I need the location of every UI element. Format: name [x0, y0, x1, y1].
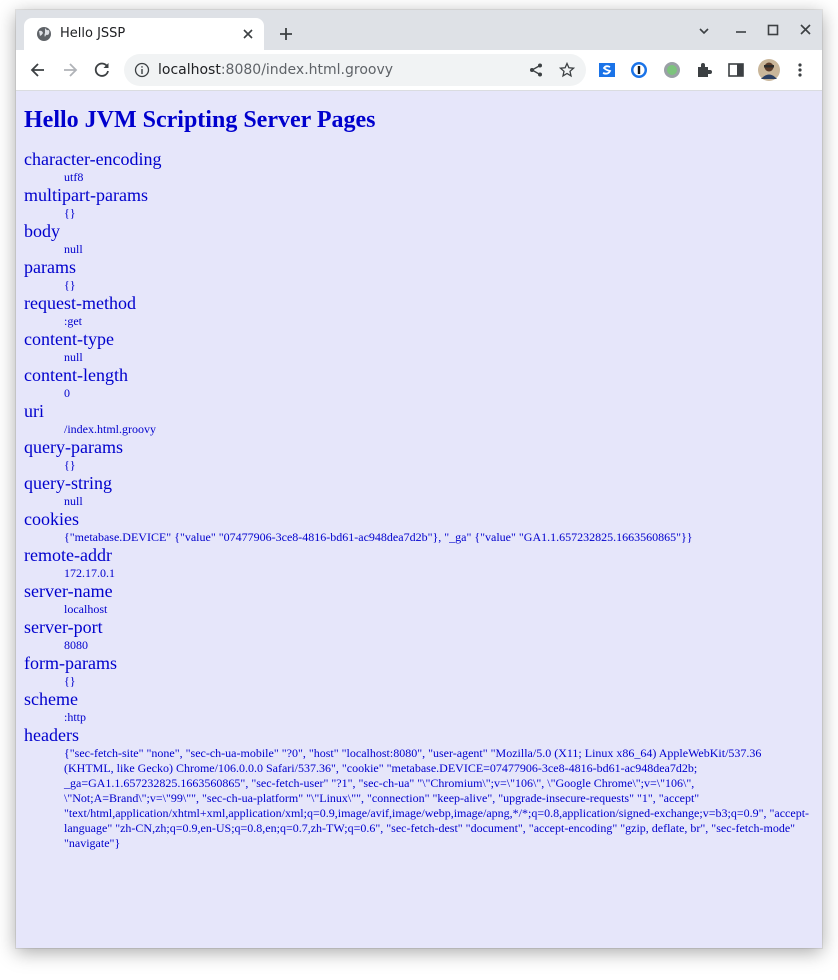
- param-key: form-params: [24, 653, 117, 673]
- param-key: multipart-params: [24, 185, 148, 205]
- page-content: Hello JVM Scripting Server Pages charact…: [16, 91, 822, 948]
- side-panel-icon[interactable]: [727, 61, 745, 79]
- param-value: null: [64, 242, 83, 256]
- param-key: server-port: [24, 617, 103, 637]
- tab-strip: Hello JSSP: [16, 10, 822, 50]
- param-key: query-string: [24, 473, 112, 493]
- param-value: 8080: [64, 638, 88, 652]
- param-key: cookies: [24, 509, 79, 529]
- param-key: server-name: [24, 581, 113, 601]
- param-value: :get: [64, 314, 82, 328]
- globe-icon: [36, 26, 52, 42]
- param-value: {"metabase.DEVICE" {"value" "07477906-3c…: [64, 530, 693, 544]
- param-value: utf8: [64, 170, 84, 184]
- param-key: body: [24, 221, 60, 241]
- browser-toolbar: localhost:8080/index.html.groovy: [16, 50, 822, 91]
- url-host: localhost: [158, 62, 221, 78]
- param-key: uri: [24, 401, 44, 421]
- param-value: /index.html.groovy: [64, 422, 156, 436]
- param-value: 0: [64, 386, 70, 400]
- close-icon[interactable]: [797, 22, 815, 40]
- share-icon[interactable]: [528, 62, 544, 78]
- param-value: {}: [64, 458, 76, 472]
- close-icon[interactable]: [240, 26, 256, 42]
- s-extension-icon[interactable]: [598, 61, 616, 79]
- star-icon[interactable]: [558, 61, 576, 78]
- param-value: {}: [64, 278, 76, 292]
- param-value: :http: [64, 710, 87, 724]
- param-value: null: [64, 350, 83, 364]
- param-value: {"sec-fetch-site" "none", "sec-ch-ua-mob…: [64, 746, 810, 850]
- address-bar[interactable]: localhost:8080/index.html.groovy: [124, 54, 586, 86]
- request-params-list: character-encoding utf8 multipart-params…: [24, 148, 814, 851]
- param-key: content-type: [24, 329, 114, 349]
- plus-icon[interactable]: [276, 24, 296, 44]
- param-value: null: [64, 494, 83, 508]
- chevron-down-icon[interactable]: [695, 22, 713, 40]
- forward-arrow-icon[interactable]: [60, 60, 80, 80]
- param-key: character-encoding: [24, 149, 162, 169]
- avatar[interactable]: [758, 59, 780, 81]
- browser-window: Hello JSSP localhost:8080/index.html.gro…: [16, 10, 822, 948]
- puzzle-icon[interactable]: [695, 61, 713, 79]
- param-key: remote-addr: [24, 545, 112, 565]
- maximize-icon[interactable]: [764, 22, 782, 40]
- minimize-icon[interactable]: [732, 22, 750, 40]
- param-value: localhost: [64, 602, 108, 616]
- param-key: query-params: [24, 437, 123, 457]
- param-value: {}: [64, 674, 76, 688]
- reload-icon[interactable]: [92, 60, 112, 80]
- password-manager-icon[interactable]: [630, 61, 648, 79]
- param-key: scheme: [24, 689, 78, 709]
- circle-extension-icon[interactable]: [663, 61, 681, 79]
- tab-title: Hello JSSP: [60, 26, 126, 41]
- param-value: 172.17.0.1: [64, 566, 115, 580]
- url-path: :8080/index.html.groovy: [220, 62, 394, 78]
- param-key: headers: [24, 725, 79, 745]
- kebab-menu-icon[interactable]: [791, 61, 809, 79]
- info-icon[interactable]: [134, 62, 150, 78]
- param-key: request-method: [24, 293, 136, 313]
- tab-hello-jssp[interactable]: Hello JSSP: [24, 18, 264, 50]
- page-title: Hello JVM Scripting Server Pages: [24, 107, 376, 133]
- param-key: params: [24, 257, 76, 277]
- param-value: {}: [64, 206, 76, 220]
- back-arrow-icon[interactable]: [28, 60, 48, 80]
- param-key: content-length: [24, 365, 128, 385]
- url-text[interactable]: localhost:8080/index.html.groovy: [158, 62, 393, 78]
